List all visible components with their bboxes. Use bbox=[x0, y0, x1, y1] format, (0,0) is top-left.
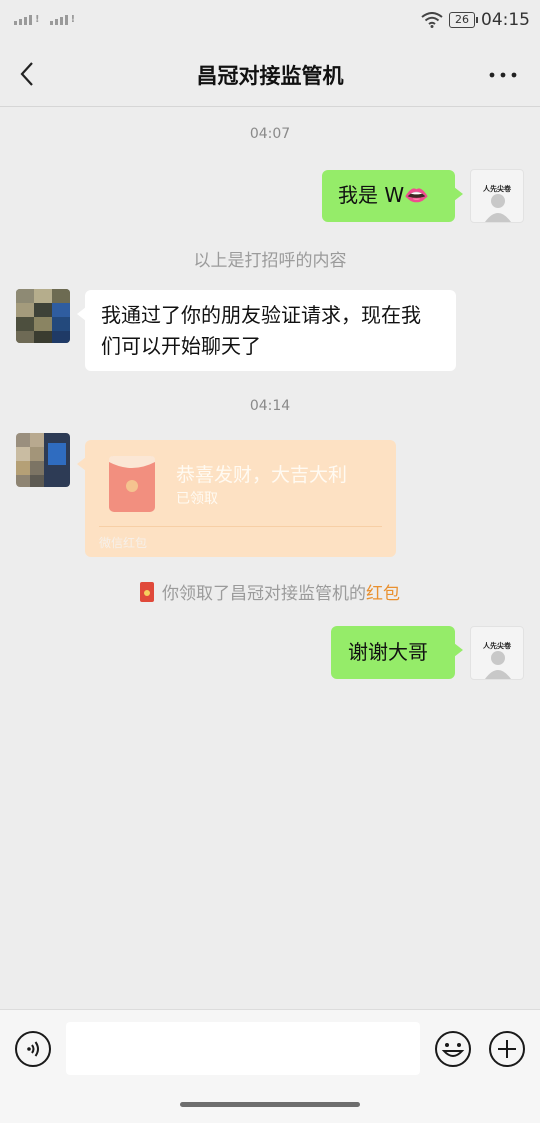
notice-text: 你领取了昌冠对接监管机的 bbox=[162, 584, 366, 604]
red-packet-link[interactable]: 红包 bbox=[366, 584, 400, 604]
red-envelope-icon bbox=[109, 456, 155, 512]
wifi-icon bbox=[421, 12, 443, 28]
voice-icon[interactable] bbox=[14, 1030, 52, 1068]
timestamp: 04:14 bbox=[249, 398, 291, 414]
plus-icon[interactable] bbox=[488, 1030, 526, 1068]
signal-icon: ! bbox=[14, 14, 40, 25]
more-dots-icon[interactable] bbox=[488, 62, 518, 88]
red-packet-card[interactable]: 恭喜发财，大吉大利 已领取 微信红包 bbox=[77, 440, 396, 557]
person-icon bbox=[485, 651, 511, 679]
status-right: 26 04:15 bbox=[421, 10, 530, 30]
page-title: 昌冠对接监管机 bbox=[196, 64, 344, 88]
signal-icon: ! bbox=[49, 14, 75, 25]
message-input[interactable] bbox=[66, 1022, 420, 1075]
status-bar: ! ! 26 04:15 bbox=[0, 0, 540, 42]
message-bubble-sent[interactable]: 谢谢大哥 bbox=[331, 626, 463, 679]
timestamp: 04:07 bbox=[249, 126, 291, 142]
red-packet-status: 已领取 bbox=[176, 491, 218, 507]
chat-area[interactable]: 04:07 我是 W👄 人先尖卷 以上是打招呼的内容 我通过了你的朋友验证请求，… bbox=[0, 107, 540, 1009]
signal-indicators: ! ! bbox=[14, 14, 75, 25]
home-indicator[interactable] bbox=[180, 1102, 360, 1107]
emoji-icon[interactable] bbox=[434, 1030, 472, 1068]
system-notice: 以上是打招呼的内容 bbox=[193, 251, 347, 271]
battery-icon: 26 bbox=[449, 12, 478, 28]
avatar[interactable] bbox=[16, 433, 70, 487]
person-icon bbox=[485, 194, 511, 222]
contact-avatar-image bbox=[16, 289, 70, 343]
input-bar bbox=[0, 1009, 540, 1123]
avatar[interactable]: 人先尖卷 bbox=[470, 169, 524, 223]
red-packet-footer: 微信红包 bbox=[99, 536, 148, 550]
divider bbox=[99, 526, 382, 527]
avatar[interactable]: 人先尖卷 bbox=[470, 626, 524, 680]
avatar[interactable] bbox=[16, 289, 70, 343]
status-time: 04:15 bbox=[481, 10, 530, 30]
red-packet-title: 恭喜发财，大吉大利 bbox=[176, 464, 348, 486]
message-bubble-sent[interactable]: 我是 W👄 bbox=[322, 170, 463, 222]
red-packet-notice: 你领取了昌冠对接监管机的红包 bbox=[0, 579, 540, 604]
contact-avatar-image bbox=[16, 433, 70, 487]
message-bubble-received[interactable]: 我通过了你的朋友验证请求，现在我们可以开始聊天了 bbox=[77, 290, 456, 371]
nav-bar: 昌冠对接监管机 bbox=[0, 42, 540, 107]
red-envelope-small-icon bbox=[140, 582, 154, 602]
